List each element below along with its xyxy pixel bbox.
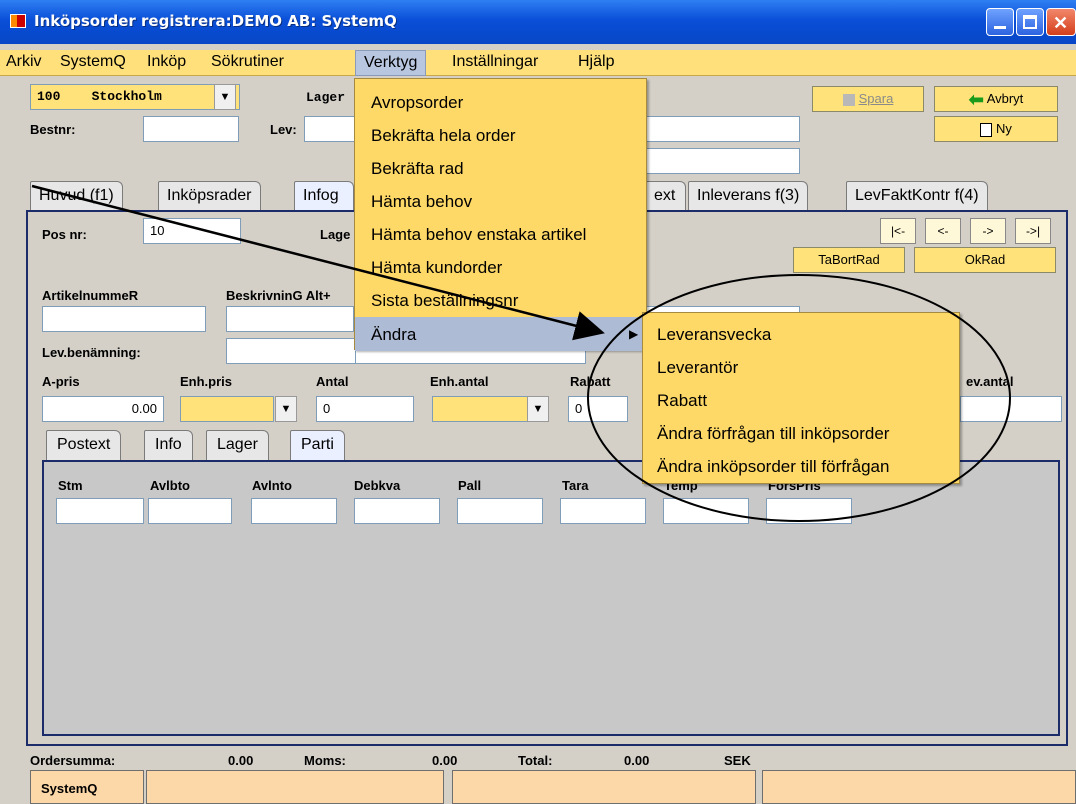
annotation-ellipse (587, 274, 1011, 522)
annotation-overlay (31, 184, 1011, 522)
annotation-arrow (31, 184, 605, 341)
